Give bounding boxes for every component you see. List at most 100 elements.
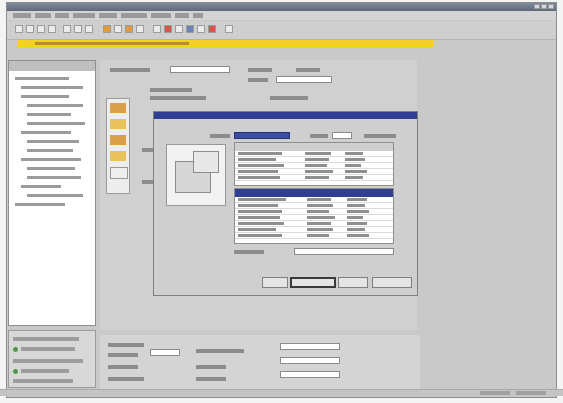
device-segment	[110, 103, 126, 113]
component-shape	[193, 151, 219, 173]
menu-item[interactable]	[151, 13, 171, 18]
bottom-form	[100, 335, 420, 390]
tool-icon[interactable]	[164, 25, 172, 33]
window-controls	[534, 4, 554, 9]
field-label	[108, 343, 144, 347]
grid-header	[235, 189, 393, 197]
tree-item[interactable]	[27, 194, 83, 197]
device-preview	[106, 98, 130, 194]
menu-bar	[7, 11, 556, 20]
tool-icon[interactable]	[175, 25, 183, 33]
menu-item[interactable]	[35, 13, 51, 18]
status-segment	[480, 391, 510, 395]
dialog-window	[153, 111, 418, 296]
tree-item[interactable]	[27, 149, 73, 152]
title-bar[interactable]	[7, 3, 556, 11]
menu-item[interactable]	[99, 13, 117, 18]
tree-item[interactable]	[21, 185, 61, 188]
form-field[interactable]	[280, 371, 340, 378]
status-line	[13, 379, 73, 383]
table-row[interactable]	[235, 233, 393, 239]
tab-active[interactable]	[234, 132, 290, 139]
form-field[interactable]	[332, 132, 352, 139]
minimize-icon[interactable]	[534, 4, 540, 9]
tree-item[interactable]	[21, 95, 69, 98]
field-label	[108, 353, 138, 357]
status-line	[21, 347, 75, 351]
dialog-button-4[interactable]	[372, 277, 412, 288]
tree-item[interactable]	[21, 131, 71, 134]
data-grid[interactable]	[234, 188, 394, 244]
dialog-button-3[interactable]	[338, 277, 368, 288]
redo-icon[interactable]	[136, 25, 144, 33]
menu-item[interactable]	[73, 13, 95, 18]
field-label	[108, 365, 138, 369]
field-label	[150, 96, 206, 100]
tree-item[interactable]	[27, 113, 71, 116]
form-field[interactable]	[276, 76, 332, 83]
tool-icon[interactable]	[153, 25, 161, 33]
tool-icon[interactable]	[103, 25, 111, 33]
help-icon[interactable]	[225, 25, 233, 33]
new-icon[interactable]	[15, 25, 23, 33]
device-segment	[110, 135, 126, 145]
open-icon[interactable]	[26, 25, 34, 33]
tree-item[interactable]	[27, 140, 79, 143]
close-icon[interactable]	[548, 4, 554, 9]
tree-item[interactable]	[27, 104, 83, 107]
menu-item[interactable]	[175, 13, 189, 18]
data-grid[interactable]	[234, 142, 394, 186]
tree-item[interactable]	[15, 203, 65, 206]
paste-icon[interactable]	[85, 25, 93, 33]
field-label	[196, 349, 244, 353]
grid-header	[235, 143, 393, 151]
status-indicator-icon	[13, 347, 18, 352]
tool-icon[interactable]	[197, 25, 205, 33]
cut-icon[interactable]	[63, 25, 71, 33]
status-line	[21, 369, 69, 373]
form-field[interactable]	[170, 66, 230, 73]
tree-item[interactable]	[15, 77, 69, 80]
status-line	[13, 337, 79, 341]
form-field[interactable]	[150, 349, 180, 356]
tool-icon[interactable]	[125, 25, 133, 33]
field-label	[364, 134, 396, 138]
form-field[interactable]	[280, 343, 340, 350]
tree-item[interactable]	[27, 122, 85, 125]
tool-icon[interactable]	[186, 25, 194, 33]
field-label	[196, 377, 226, 381]
print-icon[interactable]	[48, 25, 56, 33]
tree-item[interactable]	[21, 86, 83, 89]
device-segment	[110, 167, 128, 179]
device-segment	[110, 119, 126, 129]
navigation-tree[interactable]	[8, 60, 96, 326]
field-label	[210, 134, 230, 138]
tree-item[interactable]	[27, 167, 75, 170]
highlight-bar	[17, 40, 434, 47]
tree-item[interactable]	[27, 176, 81, 179]
copy-icon[interactable]	[74, 25, 82, 33]
dialog-button-2[interactable]	[290, 277, 336, 288]
dialog-button-1[interactable]	[262, 277, 288, 288]
undo-icon[interactable]	[114, 25, 122, 33]
field-label	[270, 96, 308, 100]
maximize-icon[interactable]	[541, 4, 547, 9]
menu-item[interactable]	[55, 13, 69, 18]
field-label	[110, 68, 150, 72]
highlight-bar-segment	[35, 42, 189, 45]
tree-item[interactable]	[21, 158, 81, 161]
field-label	[108, 377, 144, 381]
field-label	[248, 68, 272, 72]
save-icon[interactable]	[37, 25, 45, 33]
form-field[interactable]	[294, 248, 394, 255]
device-segment	[110, 151, 126, 161]
menu-item[interactable]	[193, 13, 203, 18]
dialog-title-bar[interactable]	[154, 112, 417, 119]
menu-item[interactable]	[121, 13, 147, 18]
tool-icon[interactable]	[208, 25, 216, 33]
form-field[interactable]	[280, 357, 340, 364]
table-row[interactable]	[235, 175, 393, 181]
field-label	[234, 250, 264, 254]
component-image	[166, 144, 226, 206]
menu-item[interactable]	[13, 13, 31, 18]
